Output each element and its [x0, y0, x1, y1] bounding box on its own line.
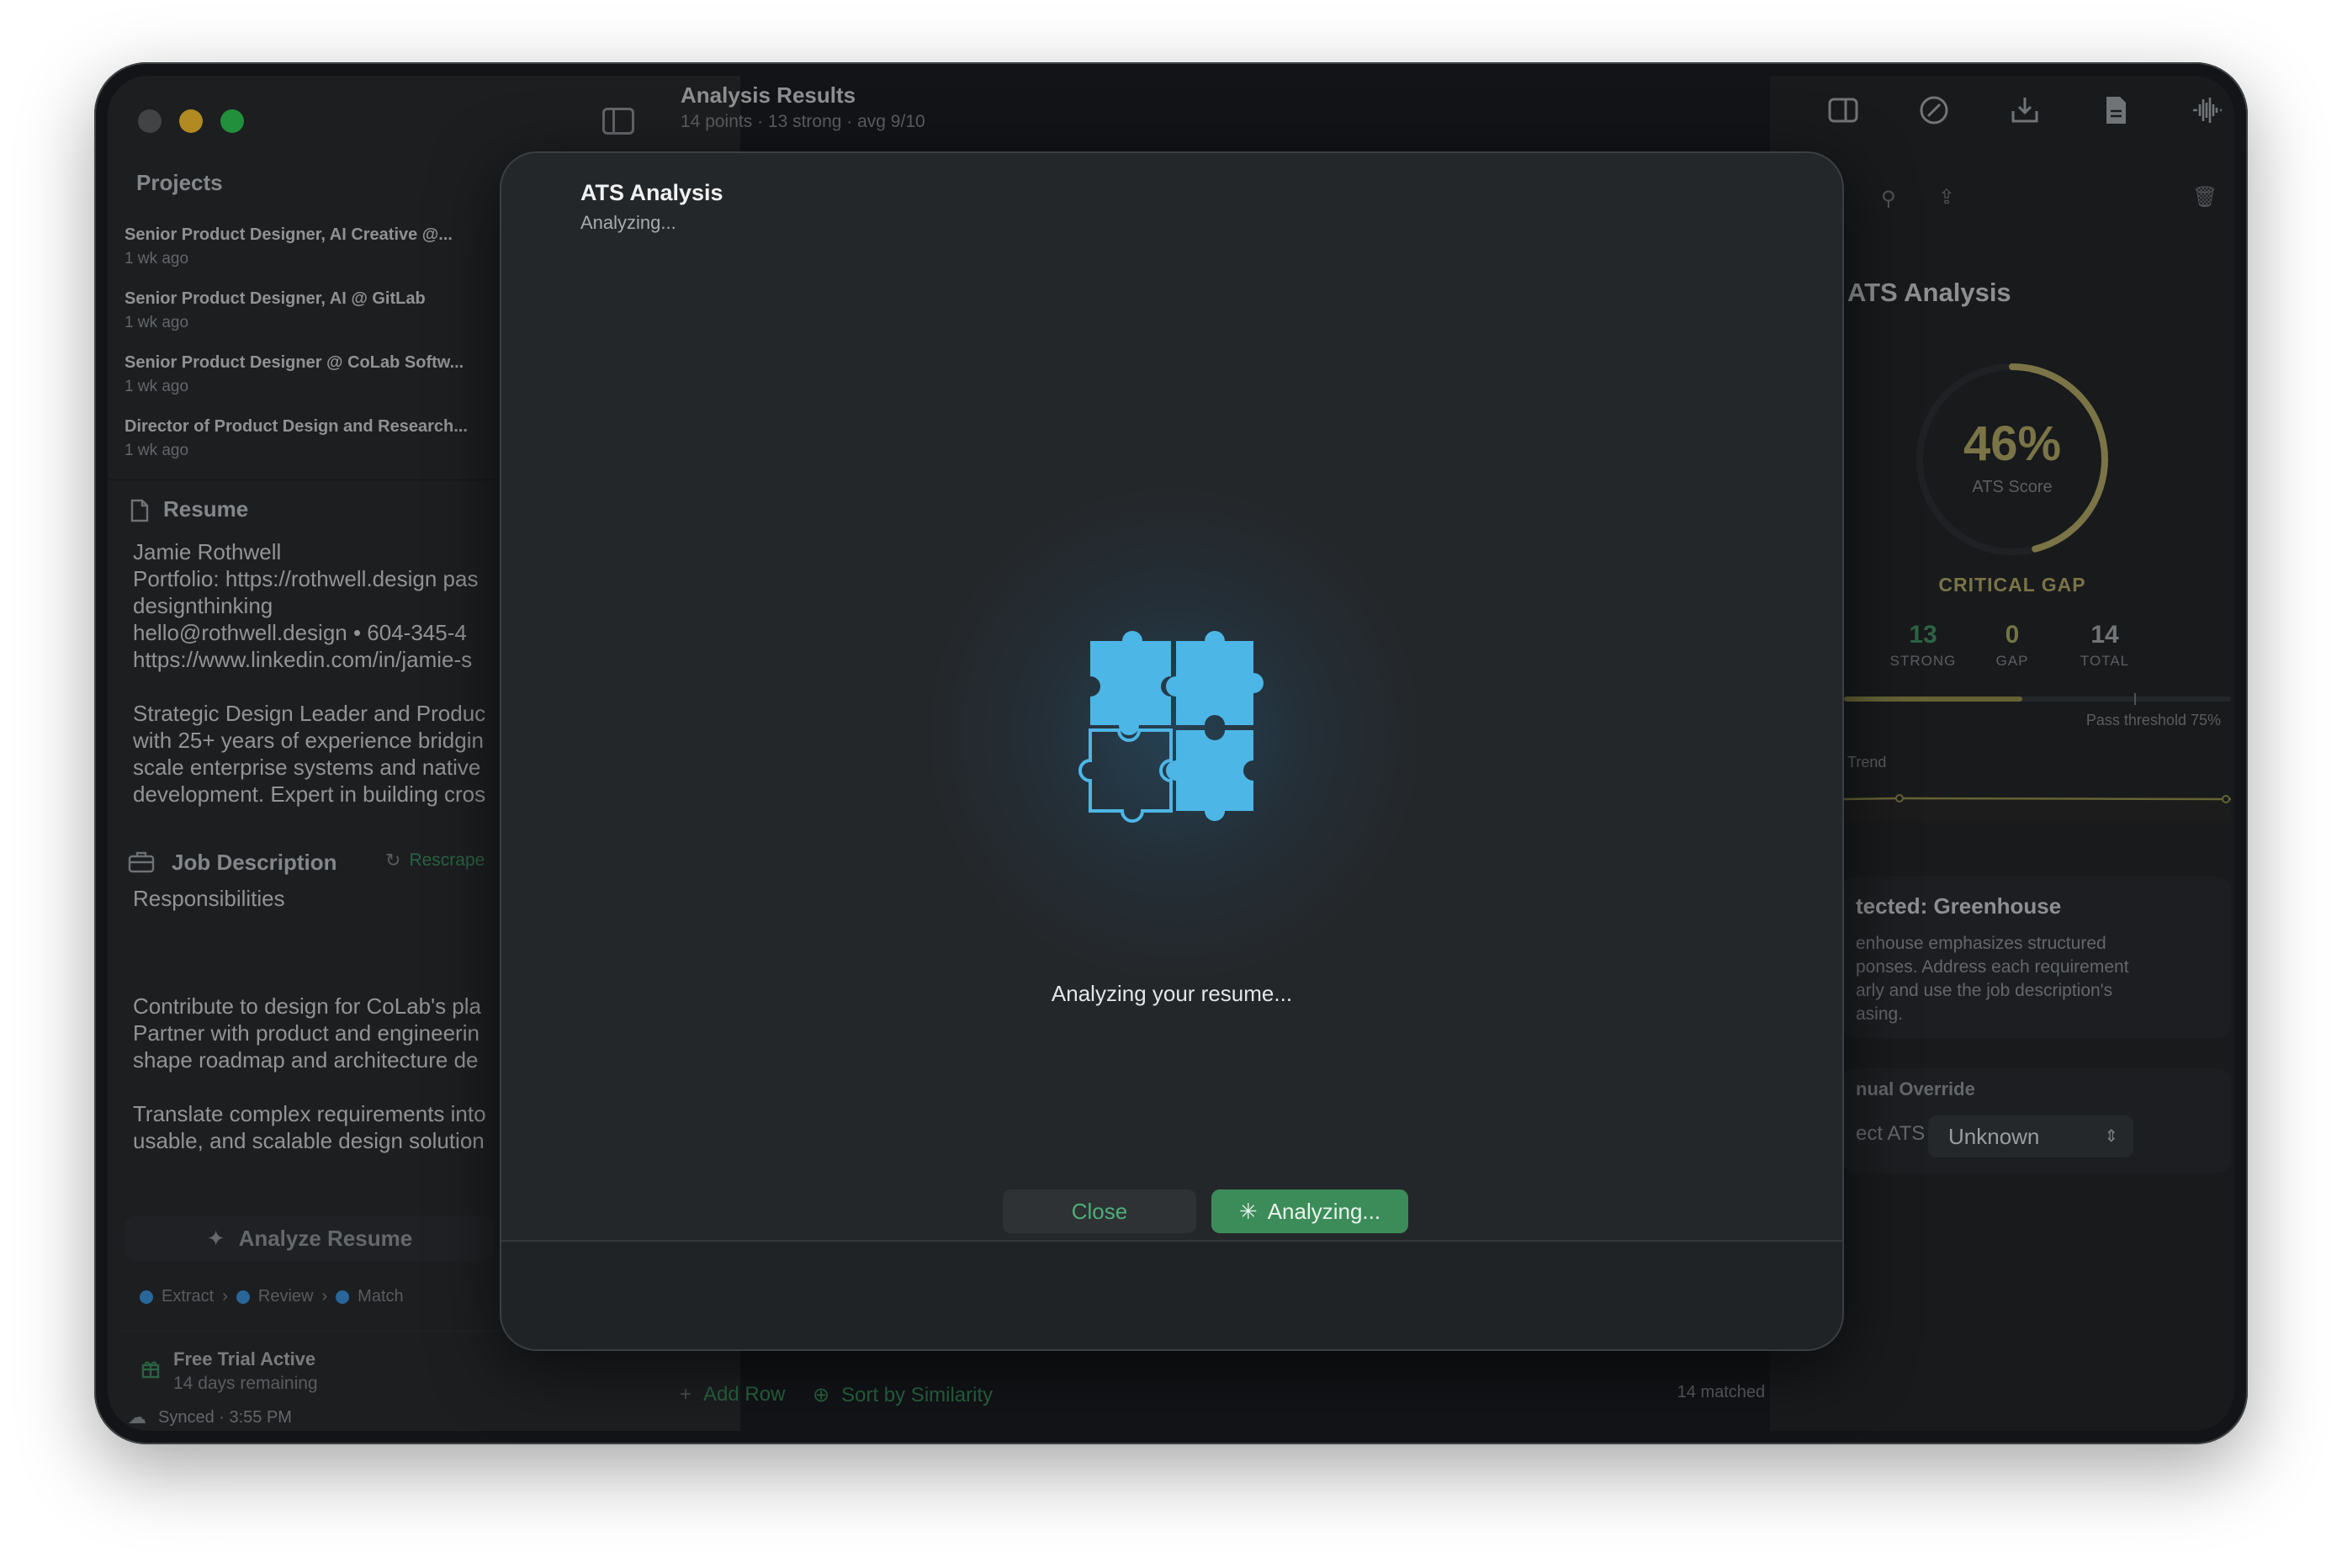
close-button[interactable]: Close	[1003, 1189, 1196, 1233]
analyzing-label: Analyzing...	[1267, 1198, 1381, 1224]
spinner-icon: ✳	[1238, 1198, 1258, 1224]
puzzle-icon	[1078, 631, 1264, 823]
dialog-footer	[501, 1240, 1842, 1349]
ats-analysis-dialog: ATS Analysis Analyzing... Analyzing your…	[500, 151, 1844, 1351]
analysis-status: Analyzing your resume...	[1051, 981, 1293, 1006]
dialog-title: ATS Analysis	[580, 180, 723, 205]
app-window: Projects Senior Product Designer, AI Cre…	[94, 62, 2248, 1444]
dialog-subtitle: Analyzing...	[580, 212, 676, 233]
analyzing-button[interactable]: ✳ Analyzing...	[1211, 1189, 1408, 1233]
